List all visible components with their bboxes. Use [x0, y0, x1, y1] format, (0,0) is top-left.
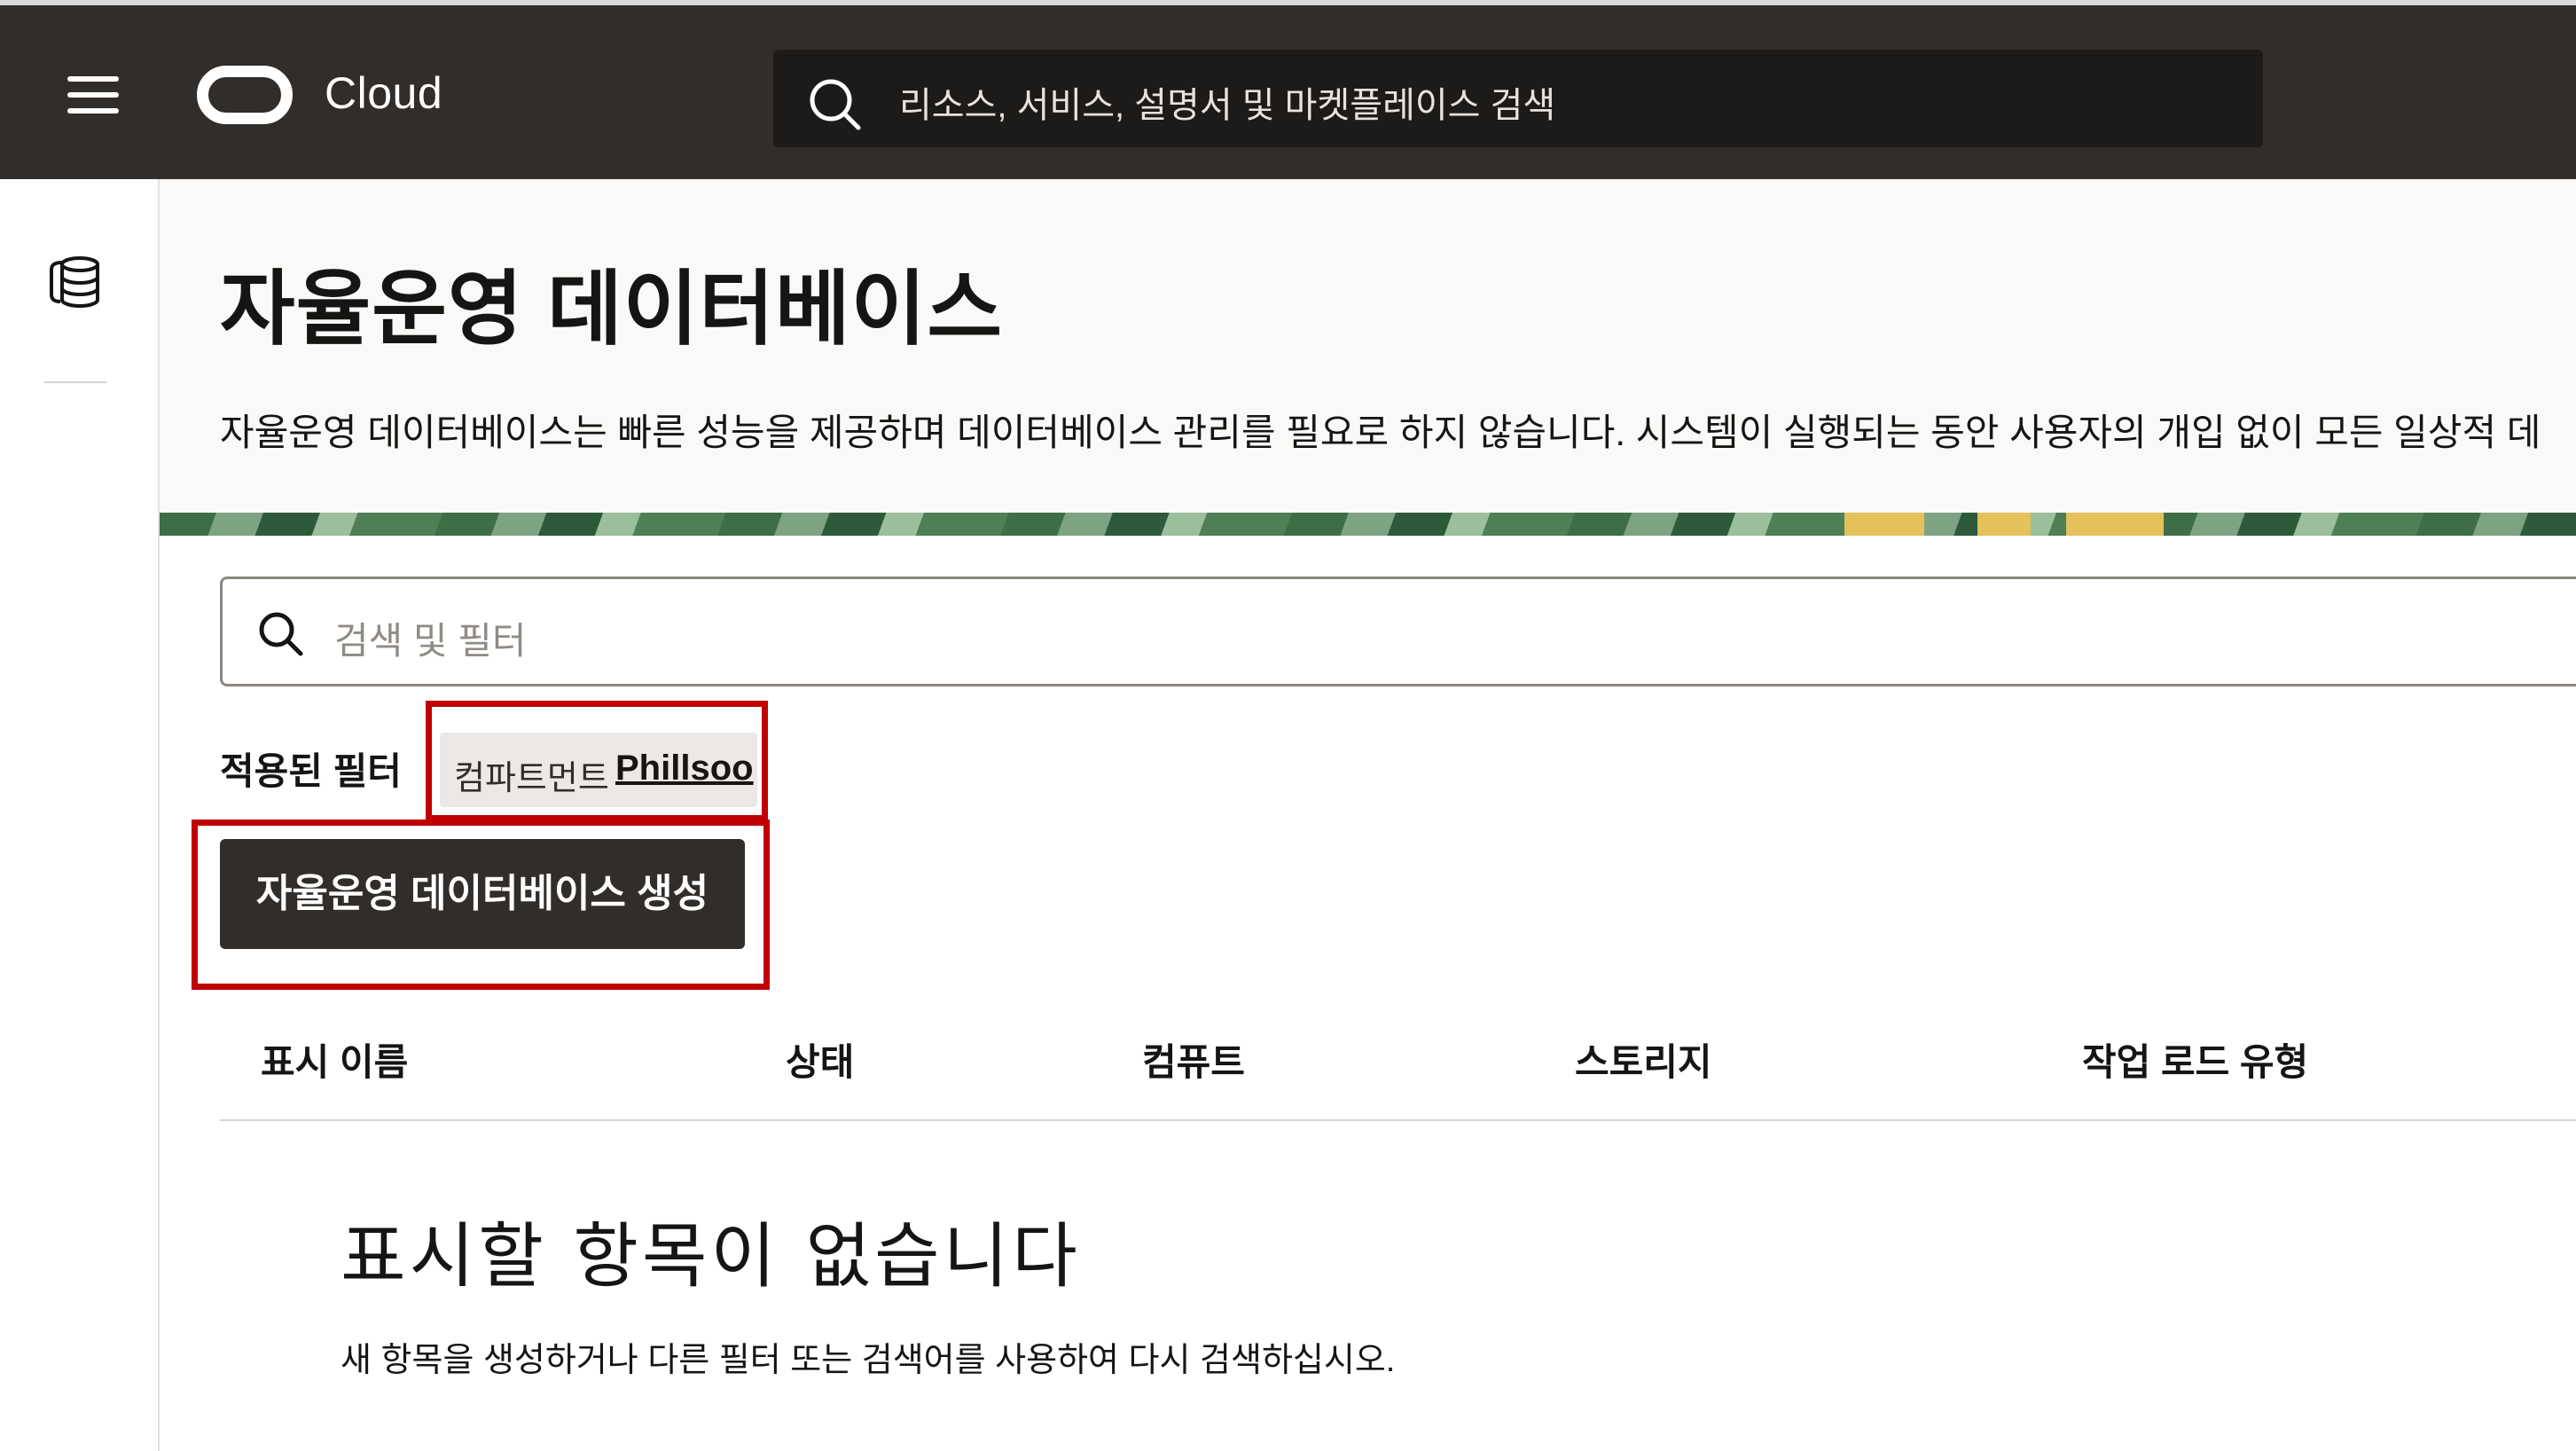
decorative-banner — [160, 513, 2576, 536]
filter-search-placeholder: 검색 및 필터 — [334, 620, 527, 662]
oracle-logo[interactable] — [197, 66, 293, 124]
column-header-state[interactable]: 상태 — [786, 1032, 854, 1086]
search-icon — [259, 612, 303, 656]
column-header-compute[interactable]: 컴퓨트 — [1142, 1032, 1245, 1086]
search-icon — [810, 79, 861, 130]
page-header: 자율운영 데이터베이스 자율운영 데이터베이스는 빠른 성능을 제공하며 데이터… — [160, 179, 2576, 513]
column-header-workload-type[interactable]: 작업 로드 유형 — [2082, 1032, 2308, 1086]
menu-icon[interactable] — [62, 76, 124, 119]
global-search-input[interactable]: 리소스, 서비스, 설명서 및 마켓플레이스 검색 — [773, 50, 2263, 147]
empty-state-title: 표시할 항목이 없습니다 — [341, 1215, 1081, 1298]
table-header: 표시 이름 상태 컴퓨트 스토리지 작업 로드 유형 — [220, 1020, 2576, 1121]
top-bar: Cloud 리소스, 서비스, 설명서 및 마켓플레이스 검색 — [0, 0, 2576, 179]
page-description: 자율운영 데이터베이스는 빠른 성능을 제공하며 데이터베이스 관리를 필요로 … — [220, 412, 2541, 453]
banner-accent — [1844, 513, 1924, 536]
filter-search-input[interactable]: 검색 및 필터 — [220, 576, 2576, 686]
sidebar-divider — [44, 381, 106, 383]
side-nav — [0, 179, 160, 1451]
applied-filters-label: 적용된 필터 — [220, 750, 402, 792]
banner-accent — [2066, 513, 2164, 536]
global-search-placeholder: 리소스, 서비스, 설명서 및 마켓플레이스 검색 — [899, 86, 1556, 125]
create-autonomous-database-button[interactable]: 자율운영 데이터베이스 생성 — [220, 839, 745, 949]
database-icon[interactable] — [44, 252, 106, 314]
filter-chip-value[interactable]: Phillsoo — [615, 749, 754, 788]
column-header-display-name[interactable]: 표시 이름 — [261, 1032, 408, 1086]
empty-state-description: 새 항목을 생성하거나 다른 필터 또는 검색어를 사용하여 다시 검색하십시오… — [341, 1342, 1396, 1379]
column-header-storage[interactable]: 스토리지 — [1575, 1032, 1712, 1086]
banner-accent — [1977, 513, 2031, 536]
compartment-filter-chip[interactable]: 컴파트먼트 Phillsoo — [440, 733, 757, 807]
filter-chip-key: 컴파트먼트 — [454, 760, 609, 797]
brand-name[interactable]: Cloud — [325, 67, 442, 119]
page-title: 자율운영 데이터베이스 — [220, 264, 1003, 355]
